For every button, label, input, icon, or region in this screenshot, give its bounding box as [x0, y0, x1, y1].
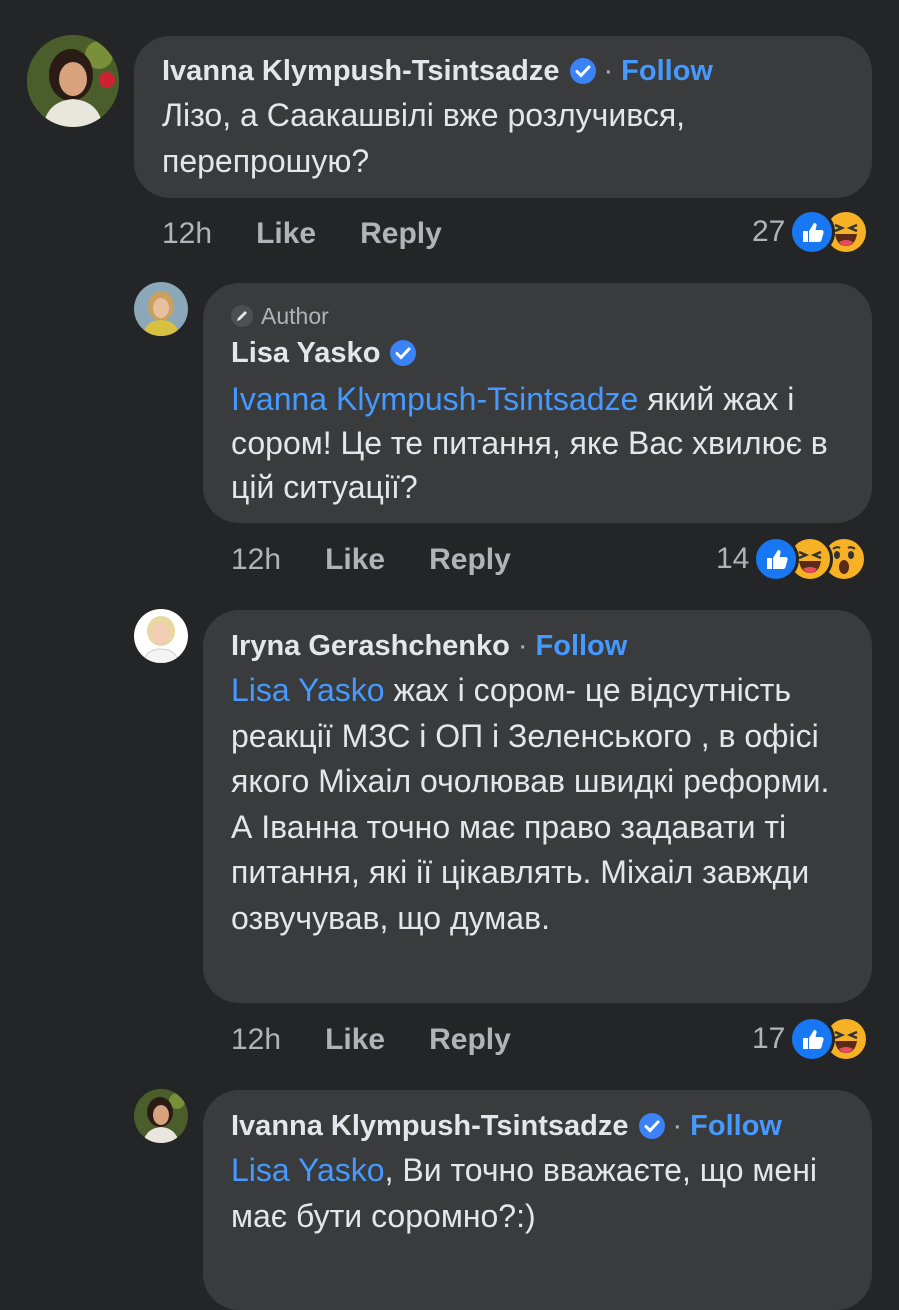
reaction-summary[interactable]: 27 — [752, 208, 870, 256]
avatar[interactable] — [27, 35, 119, 127]
like-button[interactable]: Like — [325, 1023, 385, 1057]
follow-button[interactable]: Follow — [690, 1110, 782, 1143]
reply-button[interactable]: Reply — [360, 217, 442, 251]
mention-link[interactable]: Ivanna Klympush-Tsintsadze — [231, 381, 638, 417]
comment-bubble: Ivanna Klympush-Tsintsadze · Follow Lisa… — [203, 1090, 872, 1310]
reaction-summary[interactable]: 14 — [716, 535, 868, 583]
comment-body: жах і сором- це відсутність реакції МЗС … — [231, 672, 830, 936]
author-name[interactable]: Ivanna Klympush-Tsintsadze — [162, 55, 560, 88]
avatar[interactable] — [134, 282, 188, 336]
comment-bubble: Iryna Gerashchenko · Follow Lisa Yasko ж… — [203, 610, 872, 1003]
author-name[interactable]: Lisa Yasko — [231, 337, 380, 370]
verified-badge-icon — [569, 58, 596, 84]
timestamp[interactable]: 12h — [231, 1023, 281, 1057]
follow-button[interactable]: Follow — [621, 55, 713, 88]
like-reaction-icon — [789, 209, 836, 255]
reaction-count: 27 — [752, 215, 786, 248]
separator-dot: · — [672, 1109, 683, 1142]
author-badge: Author — [231, 301, 872, 331]
author-name[interactable]: Ivanna Klympush-Tsintsadze — [231, 1110, 629, 1143]
follow-button[interactable]: Follow — [536, 630, 628, 663]
pencil-icon — [231, 305, 253, 327]
comment-text: Lisa Yasko жах і сором- це відсутність р… — [231, 668, 846, 941]
like-reaction-icon — [789, 1016, 836, 1062]
comment-text: Ivanna Klympush-Tsintsadze який жах і со… — [231, 377, 846, 509]
separator-dot: · — [517, 629, 528, 662]
avatar[interactable] — [134, 1089, 188, 1143]
reaction-summary[interactable]: 17 — [752, 1015, 870, 1063]
comment-text: Lisa Yasko, Ви точно вважаєте, що мені м… — [231, 1148, 846, 1239]
verified-badge-icon — [390, 340, 417, 366]
mention-link[interactable]: Lisa Yasko — [231, 672, 385, 708]
comment-bubble: Ivanna Klympush-Tsintsadze · Follow Лізо… — [134, 36, 872, 198]
reaction-count: 14 — [716, 542, 750, 575]
comment-actions: 12h Like Reply — [231, 1020, 511, 1060]
reply-button[interactable]: Reply — [429, 543, 511, 577]
mention-link[interactable]: Lisa Yasko — [231, 1152, 385, 1188]
like-button[interactable]: Like — [256, 217, 316, 251]
like-reaction-icon — [753, 536, 800, 582]
reaction-count: 17 — [752, 1022, 786, 1055]
avatar[interactable] — [134, 609, 188, 663]
timestamp[interactable]: 12h — [162, 217, 212, 251]
author-badge-label: Author — [261, 302, 329, 329]
author-name[interactable]: Iryna Gerashchenko — [231, 630, 510, 663]
reply-button[interactable]: Reply — [429, 1023, 511, 1057]
timestamp[interactable]: 12h — [231, 543, 281, 577]
separator-dot: · — [603, 54, 614, 87]
comment-bubble: Author Lisa Yasko Ivanna Klympush-Tsints… — [203, 283, 872, 523]
comment-text: Лізо, а Саакашвілі вже розлучився, переп… — [162, 97, 686, 179]
verified-badge-icon — [638, 1113, 665, 1139]
like-button[interactable]: Like — [325, 543, 385, 577]
comment-actions: 12h Like Reply — [162, 214, 442, 254]
comment-actions: 12h Like Reply — [231, 540, 511, 580]
